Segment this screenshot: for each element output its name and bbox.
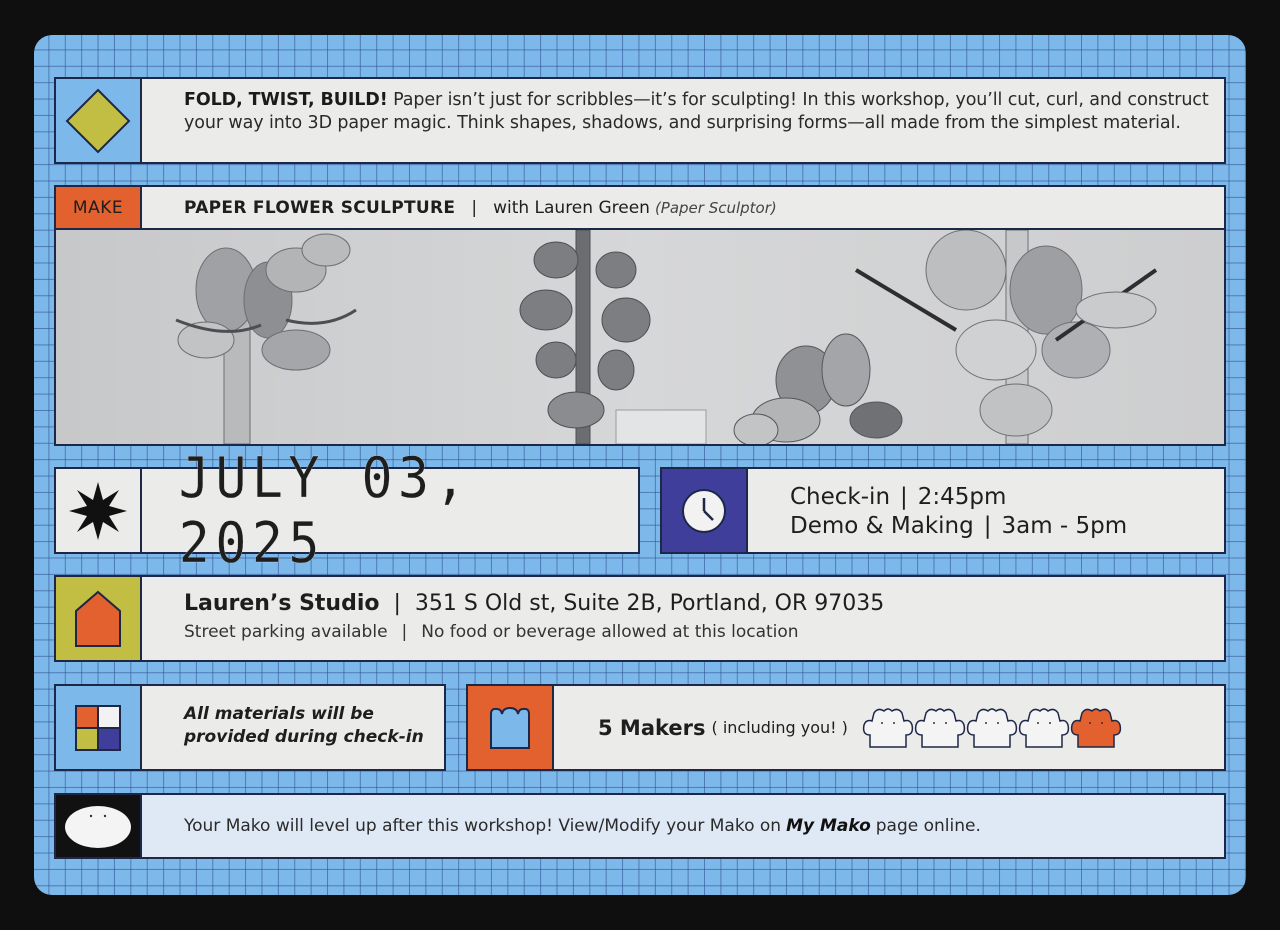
makers-avatars <box>862 707 1122 748</box>
maker-avatar <box>1018 707 1070 748</box>
my-mako-link[interactable]: My Mako <box>786 816 871 836</box>
maker-icon <box>490 706 530 749</box>
maker-avatar <box>966 707 1018 748</box>
location-name: Lauren’s Studio <box>184 591 380 616</box>
maker-avatar-you <box>1070 707 1122 748</box>
maker-avatar <box>862 707 914 748</box>
session-title-bar: PAPER FLOWER SCULPTURE | with Lauren Gre… <box>140 185 1226 230</box>
makers-count: 5 Makers <box>598 715 706 740</box>
checkin-time: 2:45pm <box>917 484 1007 510</box>
session-host: with Lauren Green <box>493 197 650 218</box>
workshop-card: FOLD, TWIST, BUILD! Paper isn’t just for… <box>34 35 1246 895</box>
intro-icon-box <box>54 77 142 164</box>
maker-avatar <box>914 707 966 748</box>
makers-note: ( including you! ) <box>711 718 848 737</box>
location-sub-divider: | <box>401 622 408 642</box>
house-icon <box>75 590 121 647</box>
event-date: JULY 03, 2025 <box>178 445 472 576</box>
demo-time: 3am - 5pm <box>1001 513 1128 539</box>
schedule-panel: Check-in | 2:45pm Demo & Making | 3am - 5pm <box>746 467 1226 554</box>
makers-panel: 5 Makers ( including you! ) <box>552 684 1226 771</box>
paper-flowers-image <box>56 230 1224 444</box>
materials-line-2: provided during check-in <box>184 727 424 747</box>
checkin-divider: | <box>900 484 908 510</box>
intro-headline: FOLD, TWIST, BUILD! <box>184 90 388 110</box>
mako-icon-box <box>54 793 142 859</box>
mako-suffix: page online. <box>875 816 981 836</box>
date-icon-box <box>54 467 142 554</box>
parking-note: Street parking available <box>184 622 388 642</box>
star-burst-icon <box>69 481 127 540</box>
title-divider: | <box>471 197 478 218</box>
mako-panel: Your Mako will level up after this works… <box>140 793 1226 859</box>
clock-icon-box <box>660 467 748 554</box>
intro-panel: FOLD, TWIST, BUILD! Paper isn’t just for… <box>140 77 1226 164</box>
intro-text: FOLD, TWIST, BUILD! Paper isn’t just for… <box>142 79 1224 135</box>
make-tag: MAKE <box>54 185 142 230</box>
intro-line-1: Paper isn’t just for scribbles—it’s for … <box>393 90 1209 110</box>
session-host-role: (Paper Sculptor) <box>654 198 777 217</box>
color-grid-icon <box>75 704 121 751</box>
date-panel: JULY 03, 2025 <box>140 445 640 576</box>
clock-icon <box>682 488 726 533</box>
demo-divider: | <box>983 513 992 539</box>
intro-line-2: your way into 3D paper magic. Think shap… <box>184 113 1181 133</box>
mako-prefix: Your Mako will level up after this works… <box>184 816 782 836</box>
materials-line-1: All materials will be <box>184 704 374 724</box>
session-title: PAPER FLOWER SCULPTURE <box>184 197 456 218</box>
makers-icon-box <box>466 684 554 771</box>
diamond-icon <box>65 88 131 153</box>
location-panel: Lauren’s Studio | 351 S Old st, Suite 2B, … <box>140 575 1226 662</box>
demo-row: Demo & Making | 3am - 5pm <box>790 512 1224 541</box>
checkin-row: Check-in | 2:45pm <box>790 483 1224 512</box>
food-note: No food or beverage allowed at this loca… <box>421 622 799 642</box>
location-divider: | <box>393 591 401 616</box>
materials-icon-box <box>54 684 142 771</box>
checkin-label: Check-in <box>790 484 891 510</box>
sculpture-photo <box>54 228 1226 446</box>
location-address: 351 S Old st, Suite 2B, Portland, OR 970… <box>414 591 885 616</box>
materials-panel: All materials will be provided during ch… <box>140 684 446 771</box>
location-icon-box <box>54 575 142 662</box>
mako-face-icon <box>65 806 131 848</box>
demo-label: Demo & Making <box>790 513 974 539</box>
